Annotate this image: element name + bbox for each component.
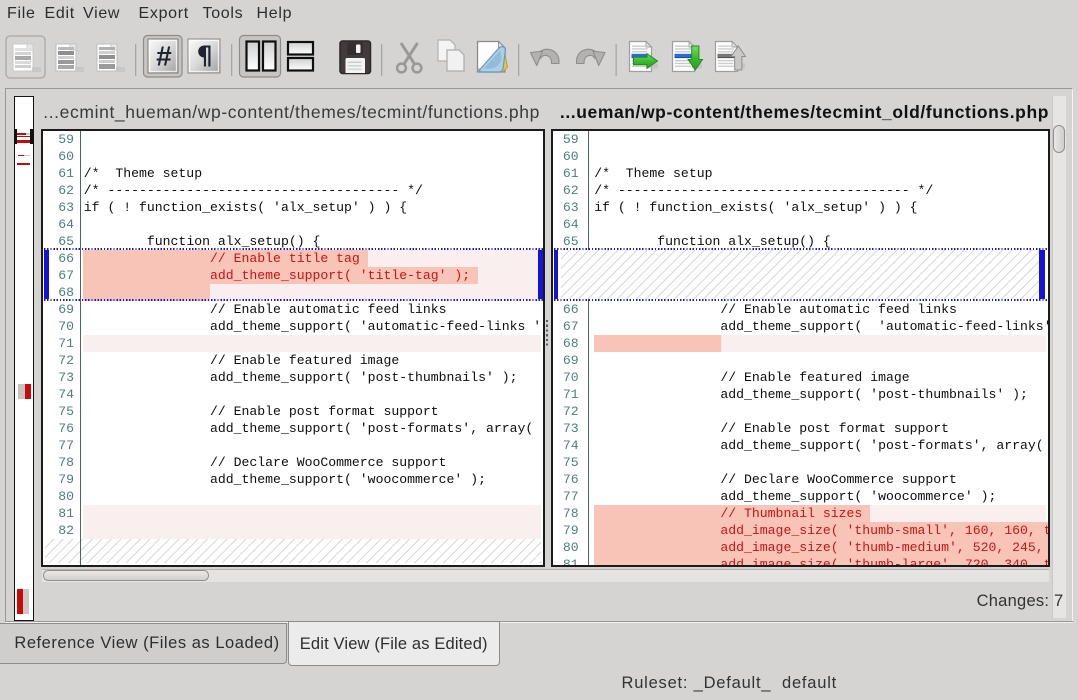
svg-text:#: # (156, 41, 172, 72)
